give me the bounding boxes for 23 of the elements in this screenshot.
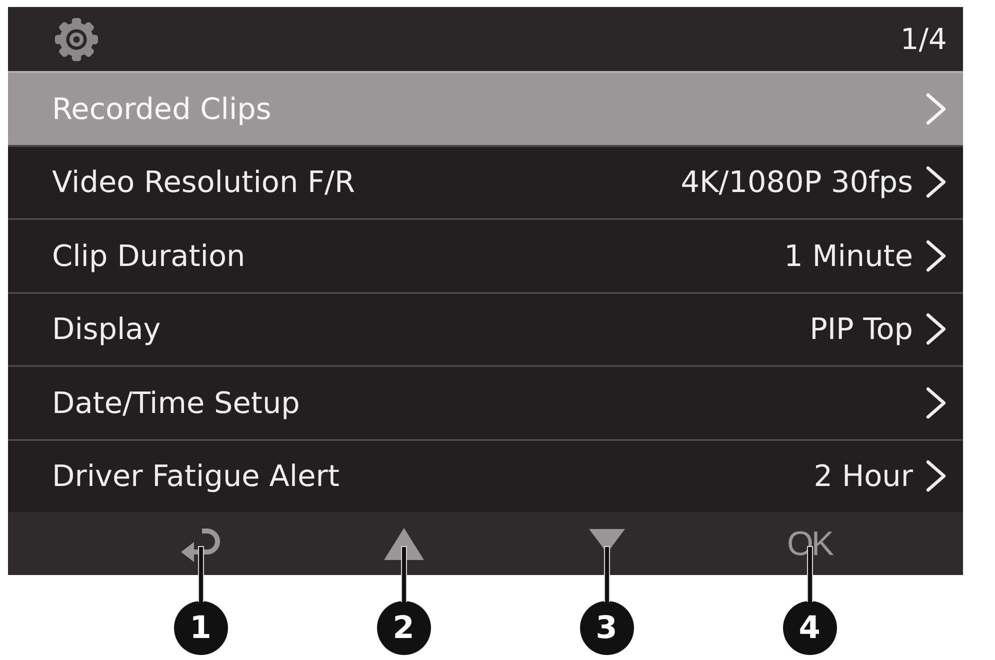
menu-value: PIP Top — [810, 311, 913, 348]
menu-value: 4K/1080P 30fps — [680, 164, 913, 200]
callout-number: 2 — [376, 601, 430, 655]
chevron-icon — [925, 386, 947, 420]
callout-number: 3 — [580, 601, 634, 655]
page-indicator: 1/4 — [900, 22, 947, 56]
gear-icon — [54, 16, 99, 62]
chevron-icon — [925, 92, 947, 126]
chevron-icon — [925, 238, 947, 273]
return-arrow-icon[interactable] — [180, 526, 222, 562]
menu-label: Driver Fatigue Alert — [52, 458, 340, 494]
chevron-icon — [925, 165, 947, 200]
menu-label: Recorded Clips — [52, 90, 272, 127]
callout-number: 1 — [174, 601, 228, 655]
menu-label: Video Resolution F/R — [52, 164, 355, 200]
menu-label: Display — [52, 311, 161, 348]
menu-label: Clip Duration — [52, 238, 246, 274]
menu-label: Date/Time Setup — [52, 384, 300, 421]
chevron-icon — [925, 459, 947, 494]
chevron-icon — [925, 312, 947, 346]
callout-number: 4 — [782, 601, 836, 655]
menu-value: 1 Minute — [784, 238, 913, 274]
menu-value: 2 Hour — [814, 458, 913, 494]
